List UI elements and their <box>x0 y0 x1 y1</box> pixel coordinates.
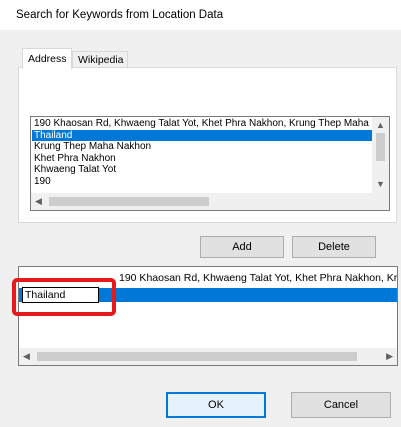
address-list-items: 190 Khaosan Rd, Khwaeng Talat Yot, Khet … <box>32 118 374 187</box>
window-title: Search for Keywords from Location Data <box>16 9 224 21</box>
keyword-edit-field[interactable]: Thailand <box>22 287 99 303</box>
keyword-horizontal-scrollbar[interactable]: ◀ ▶ <box>19 348 397 365</box>
scroll-right-icon[interactable]: ▶ <box>386 351 393 362</box>
address-listbox[interactable]: 190 Khaosan Rd, Khwaeng Talat Yot, Khet … <box>30 116 390 211</box>
list-item[interactable]: Khwaeng Talat Yot <box>32 164 374 176</box>
keyword-horizontal-scroll-thumb[interactable] <box>37 352 357 361</box>
horizontal-scrollbar[interactable]: ◀ ▶ <box>31 193 389 210</box>
delete-button[interactable]: Delete <box>292 236 376 258</box>
scrollbar-corner <box>372 193 389 210</box>
scroll-up-icon[interactable]: ▲ <box>376 120 385 130</box>
tab-address[interactable]: Address <box>22 48 72 69</box>
list-item[interactable]: 190 Khaosan Rd, Khwaeng Talat Yot, Khet … <box>32 118 374 130</box>
list-item-selected[interactable]: Thailand <box>32 129 374 141</box>
scroll-left-icon[interactable]: ◀ <box>35 196 42 207</box>
vertical-scroll-thumb[interactable] <box>376 133 385 161</box>
tab-wikipedia[interactable]: Wikipedia <box>72 51 128 68</box>
title-bar: Search for Keywords from Location Data <box>0 0 401 30</box>
vertical-scrollbar[interactable]: ▲ ▼ <box>372 117 389 193</box>
cancel-button[interactable]: Cancel <box>291 392 391 418</box>
list-item[interactable]: Khet Phra Nakhon <box>32 153 374 165</box>
scroll-down-icon[interactable]: ▼ <box>376 179 385 189</box>
add-button[interactable]: Add <box>200 236 284 258</box>
horizontal-scroll-thumb[interactable] <box>49 197 209 206</box>
keyword-row-label: 190 Khaosan Rd, Khwaeng Talat Yot, Khet … <box>119 272 398 284</box>
list-item[interactable]: Krung Thep Maha Nakhon <box>32 141 374 153</box>
scroll-left-icon[interactable]: ◀ <box>23 351 30 362</box>
ok-button[interactable]: OK <box>166 392 266 418</box>
list-item[interactable]: 190 <box>32 176 374 188</box>
